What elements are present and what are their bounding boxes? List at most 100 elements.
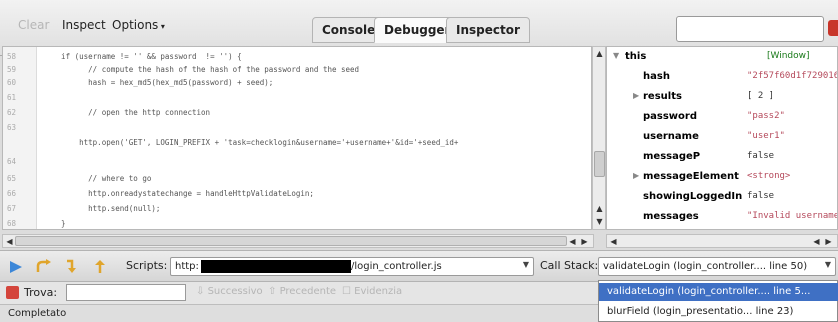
line-number[interactable]: 65 [7,173,31,184]
line-number[interactable]: 63 [7,122,31,133]
code-line[interactable]: 67 http.send(null); [3,203,591,214]
watch-value: "pass2" [747,111,785,121]
watch-row[interactable]: ▶ messageElement <strong> [607,171,837,189]
scroll-thumb[interactable] [15,236,567,246]
line-number[interactable]: 60 [7,77,31,88]
code-line[interactable]: 68 } [3,218,591,229]
scroll-left-icon[interactable]: ◀ [811,236,822,247]
step-out-icon[interactable] [92,259,108,275]
code-line[interactable]: 64 [3,156,591,167]
call-stack-dropdown[interactable]: validateLogin (login_controller.... line… [598,257,836,276]
code-line[interactable]: 61 [3,92,591,103]
step-into-icon[interactable] [64,259,80,275]
code-line[interactable]: http.open('GET', LOGIN_PREFIX + 'task=ch… [3,137,591,148]
code-line[interactable]: 63 [3,122,591,133]
chevron-down-icon: ▾ [158,22,165,31]
find-previous-button[interactable]: ⇧ Precedente [268,286,336,297]
call-stack-item[interactable]: blurField (login_presentatio... line 23) [599,303,838,321]
watch-horizontal-scrollbar[interactable]: ◀ ◀ ▶ [606,234,838,248]
code-text: } [43,219,66,228]
watch-row[interactable]: hash "2f57f60d1f7290164" [607,71,837,89]
watch-value: [Window] [767,51,810,61]
watch-value: "user1" [747,131,785,141]
code-text: // compute the hash of the hash of the p… [43,65,360,74]
code-line[interactable]: 62 // open the http connection [3,107,591,118]
watch-value: "2f57f60d1f7290164" [747,71,837,81]
line-number[interactable]: 66 [7,188,31,199]
find-next-label: Successivo [207,286,263,297]
scroll-up-icon[interactable]: ▲ [594,203,605,214]
inspect-button[interactable]: Inspect [62,18,106,32]
code-vertical-scrollbar[interactable]: ▲ ▲ ▼ [592,46,606,230]
close-icon[interactable] [828,20,838,36]
scroll-thumb[interactable] [594,151,605,177]
code-line[interactable]: 65 // where to go [3,173,591,184]
watch-value: [ 2 ] [747,91,775,101]
options-label: Options [112,18,159,32]
line-number[interactable]: 62 [7,107,31,118]
line-number[interactable]: 67 [7,203,31,214]
watch-row[interactable]: showingLoggedIn false [607,191,837,209]
watch-row[interactable]: password "pass2" [607,111,837,129]
scroll-left-icon[interactable]: ◀ [567,236,578,247]
scroll-down-icon[interactable]: ▼ [594,216,605,227]
scroll-left-icon[interactable]: ◀ [608,236,619,247]
call-stack-item[interactable]: validateLogin (login_controller.... line… [599,283,838,301]
collapsed-twisty-icon[interactable]: ▶ [633,171,639,180]
step-over-icon[interactable] [36,259,52,275]
code-text: http.open('GET', LOGIN_PREFIX + 'task=ch… [43,138,459,147]
watch-name: showingLoggedIn [643,191,743,202]
search-input[interactable] [676,16,824,42]
scripts-bar: Scripts: http: /login_controller.js ▼ Ca… [0,250,838,282]
find-next-button[interactable]: ⇩ Successivo [196,286,263,297]
watch-name: hash [643,71,670,82]
find-input[interactable] [66,284,186,301]
line-number[interactable]: 61 [7,92,31,103]
watch-row[interactable]: messages "Invalid username [607,211,838,229]
close-icon[interactable] [6,286,19,299]
watch-value: false [747,191,775,201]
watch-value: "Invalid username [747,211,838,221]
scripts-label: Scripts: [126,259,168,272]
code-horizontal-scrollbar[interactable]: ◀ ◀ ▶ [2,234,594,248]
tab-inspector[interactable]: Inspector [446,17,530,43]
scroll-right-icon[interactable]: ▶ [579,236,590,247]
watch-name: username [643,131,699,142]
watch-name: messageP [643,151,701,162]
watch-panel[interactable]: ▼ this [Window] hash "2f57f60d1f7290164" ▶ res… [606,46,838,230]
scripts-dropdown[interactable]: http: /login_controller.js ▼ [170,257,534,276]
watch-value: <strong> [747,171,791,181]
code-line[interactable]: 58 if (username != '' && password != '')… [3,51,591,62]
chevron-down-icon: ▼ [522,260,529,269]
scroll-up-icon[interactable]: ▲ [594,48,605,59]
expanded-twisty-icon[interactable]: ▼ [613,51,619,60]
line-number[interactable]: 68 [7,218,31,229]
find-label: Trova: [24,286,58,299]
watch-name: password [643,111,698,122]
watch-name: this [625,51,647,62]
code-line[interactable]: 59 // compute the hash of the hash of th… [3,64,591,75]
line-number[interactable]: 64 [7,156,31,167]
source-code-pane[interactable]: 58 if (username != '' && password != '')… [2,46,592,230]
watch-row[interactable]: ▼ this [Window] [607,51,837,69]
continue-icon[interactable] [8,259,24,275]
watch-row[interactable]: messageP false [607,151,837,169]
watch-row[interactable]: ▶ results [ 2 ] [607,91,837,109]
code-text: // where to go [43,174,152,183]
options-menu[interactable]: Options ▾ [112,18,165,32]
redacted-url-block [201,260,351,273]
code-line[interactable]: 60 hash = hex_md5(hex_md5(password) + se… [3,77,591,88]
call-stack-label: Call Stack: [540,259,599,272]
clear-button[interactable]: Clear [18,18,49,32]
scroll-left-icon[interactable]: ◀ [4,236,15,247]
line-number[interactable]: 58 [7,51,31,62]
highlight-checkbox[interactable]: ☐ Evidenzia [342,286,402,297]
scroll-right-icon[interactable]: ▶ [823,236,834,247]
line-number[interactable]: 59 [7,64,31,75]
scripts-url-prefix: http: [175,261,199,272]
watch-value: false [747,151,775,161]
watch-row[interactable]: username "user1" [607,131,837,149]
status-text: Completato [8,308,67,319]
code-line[interactable]: 66 http.onreadystatechange = handleHttpV… [3,188,591,199]
collapsed-twisty-icon[interactable]: ▶ [633,91,639,100]
